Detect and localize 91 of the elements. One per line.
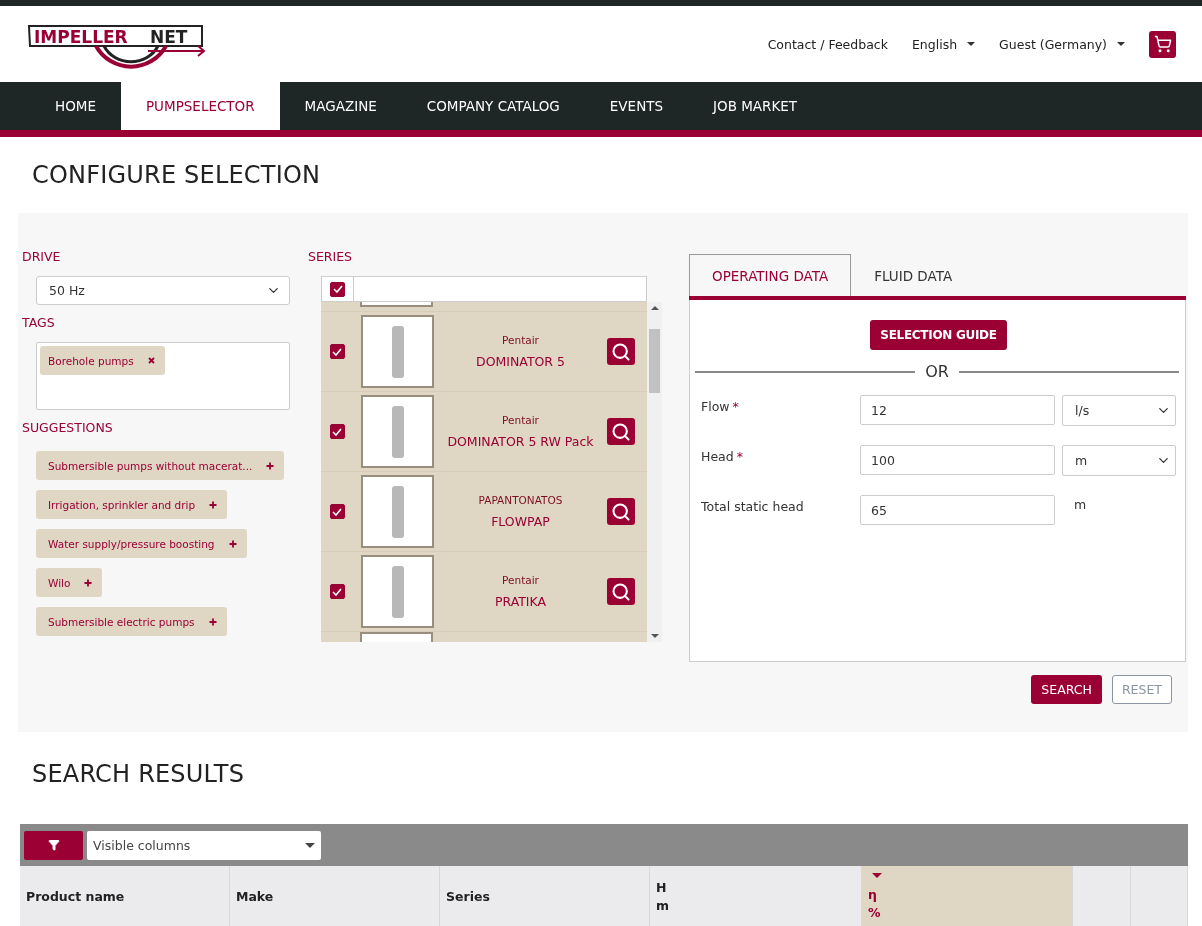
series-make: PAPANTONATOS (478, 494, 563, 506)
series-checkbox[interactable] (329, 344, 345, 359)
column-label: Series (446, 888, 491, 906)
section-label: SUGGESTIONS (22, 420, 114, 435)
section-label: TAGS (22, 315, 56, 330)
nav-tab[interactable]: EVENTS (584, 82, 689, 130)
tags-field[interactable]: Borehole pumps (36, 342, 290, 410)
drive-select[interactable]: 50 Hz (36, 276, 290, 305)
column-label: Make (236, 888, 275, 906)
cart-icon (1153, 35, 1172, 53)
select-all-checkbox[interactable] (330, 281, 345, 297)
suggestion-chip[interactable]: Wilo (36, 568, 103, 597)
section-title: SEARCH RESULTS (31, 759, 246, 790)
unit-label: m (1074, 496, 1087, 512)
add-icon[interactable] (209, 500, 218, 509)
series-name: FLOWPAP (491, 514, 550, 529)
column-label: H (656, 879, 668, 897)
search-button[interactable] (607, 578, 635, 605)
series-checkbox[interactable] (329, 584, 345, 599)
search-button[interactable] (607, 338, 635, 365)
series-make: Pentair (502, 414, 539, 426)
suggestion-chip[interactable]: Submersible electric pumps (36, 607, 227, 636)
tag-label: Borehole pumps (48, 354, 134, 367)
suggestion-chip[interactable]: Irrigation, sprinkler and drip (36, 490, 228, 519)
required-mark: * (736, 449, 743, 464)
section-label: DRIVE (22, 249, 62, 264)
add-icon[interactable] (266, 461, 275, 470)
unit-select[interactable]: l/s (1062, 395, 1176, 426)
series-name: DOMINATOR 5 (476, 354, 565, 369)
or-divider-label: OR (925, 362, 949, 381)
column-header[interactable]: η % (862, 866, 1073, 926)
logo[interactable]: IMPELLER NET (26, 18, 208, 70)
column-header[interactable]: Product name (20, 866, 230, 926)
remove-icon[interactable] (147, 357, 155, 364)
filter-button[interactable] (24, 830, 83, 860)
suggestion-chip[interactable]: Water supply/pressure boosting (36, 529, 247, 558)
nav-tab[interactable]: PUMPSELECTOR (120, 82, 280, 130)
caret-icon (305, 842, 315, 848)
series-name: DOMINATOR 5 RW Pack (447, 434, 594, 449)
nav-tab[interactable]: HOME (30, 82, 121, 130)
field-label: Flow * (700, 398, 740, 414)
search-icon (611, 421, 631, 442)
search-icon (611, 501, 631, 522)
add-icon[interactable] (228, 539, 237, 548)
column-unit: m (656, 897, 671, 915)
tab[interactable]: FLUID DATA (851, 254, 976, 296)
sort-caret-icon (872, 872, 882, 878)
unit-select[interactable]: m (1062, 445, 1176, 476)
header-link[interactable]: Guest (Germany) (999, 36, 1125, 52)
series-checkbox[interactable] (329, 504, 345, 519)
column-label: η (868, 885, 878, 904)
section-label: SERIES (308, 249, 354, 264)
suggestion-chip[interactable]: Submersible pumps without macerat... (36, 451, 285, 480)
add-icon[interactable] (84, 578, 93, 587)
field-label: Head * (700, 448, 744, 464)
input-field[interactable]: 100 (860, 445, 1055, 475)
series-name: PRATIKA (494, 594, 547, 609)
suggestion-label: Water supply/pressure boosting (48, 537, 215, 550)
required-mark: * (732, 399, 739, 414)
header-link[interactable]: English (911, 36, 976, 52)
series-make: Pentair (502, 334, 539, 346)
series-make: Pentair (502, 574, 539, 586)
input-field[interactable]: 12 (860, 395, 1055, 425)
suggestion-label: Submersible electric pumps (48, 615, 195, 628)
nav-tab[interactable]: MAGAZINE (279, 82, 402, 130)
search-icon (611, 341, 631, 362)
search-button[interactable] (607, 418, 635, 445)
field-label: Total static head (700, 498, 805, 514)
filter-icon (47, 839, 60, 851)
column-label: Product name (26, 888, 126, 906)
search-icon (611, 581, 631, 602)
tab[interactable]: OPERATING DATA (689, 254, 852, 296)
suggestion-label: Irrigation, sprinkler and drip (48, 498, 196, 511)
visible-columns-select[interactable]: Visible columns (87, 830, 321, 860)
add-icon[interactable] (208, 617, 217, 626)
column-header[interactable]: Make (230, 866, 440, 926)
column-unit: % (868, 903, 882, 922)
search-button[interactable] (607, 498, 635, 525)
column-header[interactable]: Series (440, 866, 650, 926)
cart-button[interactable] (1149, 30, 1176, 58)
suggestion-label: Submersible pumps without macerat... (48, 459, 253, 472)
selection-guide-button[interactable]: SELECTION GUIDE (870, 320, 1007, 350)
page-title: CONFIGURE SELECTION (31, 160, 322, 191)
nav-tab[interactable]: JOB MARKET (688, 82, 823, 130)
scrollbar[interactable] (647, 302, 662, 642)
suggestion-label: Wilo (48, 576, 71, 589)
nav-tab[interactable]: COMPANY CATALOG (401, 82, 585, 130)
search-button[interactable]: SEARCH (1031, 675, 1102, 704)
input-field[interactable]: 65 (860, 495, 1055, 525)
series-checkbox[interactable] (329, 424, 345, 439)
header-link[interactable]: Contact / Feedback (767, 36, 888, 52)
